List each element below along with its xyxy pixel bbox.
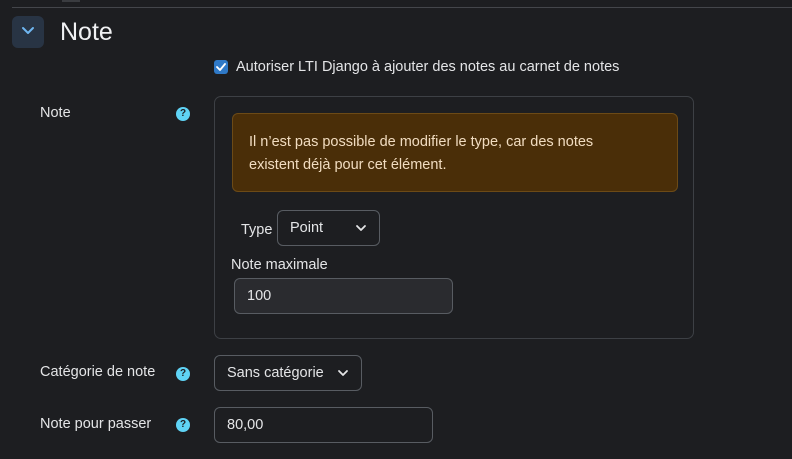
section-divider <box>12 7 792 8</box>
grade-type-warning: Il n’est pas possible de modifier le typ… <box>232 113 678 192</box>
previous-section-remnant <box>62 0 80 2</box>
chevron-down-icon <box>337 365 349 381</box>
max-grade-value: 100 <box>247 288 272 304</box>
grade-category-label: Catégorie de note <box>40 364 156 380</box>
section-title: Note <box>60 18 113 46</box>
chevron-down-icon <box>355 220 367 236</box>
grade-type-value: Point <box>290 220 324 236</box>
question-circle-icon[interactable]: ? <box>176 367 190 381</box>
grade-to-pass-label: Note pour passer <box>40 416 152 432</box>
alert-text-line1: Il n’est pas possible de modifier le typ… <box>249 134 594 150</box>
grade-category-value: Sans catégorie <box>227 365 324 381</box>
alert-text-line2: existent déjà pour cet élément. <box>249 157 447 173</box>
grade-type-select[interactable]: Point <box>277 210 380 246</box>
grade-type-label: Type <box>241 222 273 238</box>
max-grade-label: Note maximale <box>231 257 328 273</box>
allow-grades-label[interactable]: Autoriser LTI Django à ajouter des notes… <box>236 59 619 75</box>
question-circle-icon[interactable]: ? <box>176 418 190 432</box>
allow-grades-checkbox[interactable] <box>214 60 228 74</box>
grade-label: Note <box>40 105 71 121</box>
grade-to-pass-input[interactable]: 80,00 <box>214 407 433 443</box>
check-icon <box>216 63 226 71</box>
section-collapse-button[interactable] <box>12 16 44 48</box>
max-grade-input[interactable]: 100 <box>234 278 453 314</box>
grade-fieldset: Il n’est pas possible de modifier le typ… <box>214 96 694 339</box>
grade-category-select[interactable]: Sans catégorie <box>214 355 362 391</box>
question-circle-icon[interactable]: ? <box>176 107 190 121</box>
grade-to-pass-value: 80,00 <box>227 417 264 433</box>
allow-grades-row: Autoriser LTI Django à ajouter des notes… <box>214 57 619 77</box>
chevron-down-icon <box>21 23 35 41</box>
